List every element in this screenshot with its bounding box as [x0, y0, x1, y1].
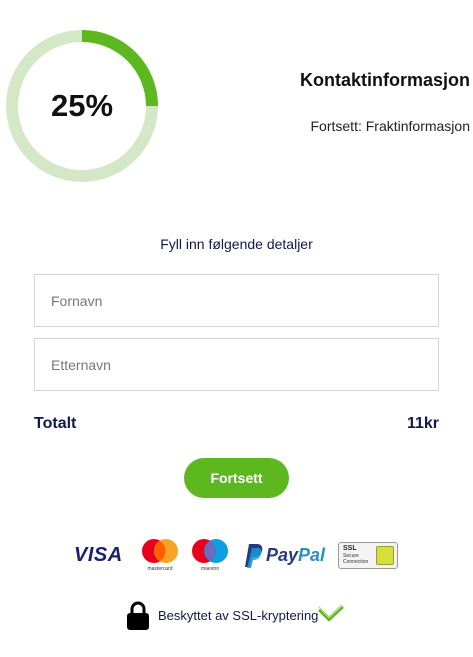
- ssl-secure-badge: SSL Secure Connection: [338, 538, 398, 574]
- padlock-icon: [127, 601, 149, 630]
- progress-percent: 25%: [50, 88, 114, 123]
- total-label: Totalt: [34, 415, 77, 432]
- last-name-input[interactable]: [34, 338, 439, 391]
- payment-methods: VISA mastercard maestro PayPal SSL Secur…: [74, 538, 399, 574]
- form-instruction: Fyll inn følgende detaljer: [160, 236, 313, 252]
- maestro-icon: [192, 539, 228, 563]
- checkout-page: 25% Kontaktinformasjon Fortsett: Fraktin…: [0, 0, 473, 657]
- current-step-title: Kontaktinformasjon: [299, 70, 470, 90]
- next-step-label: Fortsett: Fraktinformasjon: [310, 118, 471, 134]
- progress-ring: 25%: [3, 27, 161, 185]
- visa-logo: VISA: [74, 544, 123, 566]
- mastercard-icon: [142, 539, 178, 563]
- ssl-badge-frame: SSL Secure Connection: [338, 542, 398, 569]
- paypal-logo: PayPal: [244, 538, 326, 574]
- maestro-caption: maestro: [200, 566, 220, 572]
- paypal-icon: [245, 544, 263, 568]
- paypal-wordmark: PayPal: [266, 545, 325, 566]
- total-value: 11kr: [406, 415, 439, 432]
- ssl-lock-icon: [376, 546, 394, 565]
- maestro-logo: maestro: [190, 538, 230, 574]
- checkmark-icon: [318, 605, 344, 622]
- mastercard-logo: mastercard: [140, 538, 180, 574]
- first-name-input[interactable]: [34, 274, 439, 327]
- mastercard-caption: mastercard: [147, 566, 173, 572]
- paypal-wordmark-pal: Pal: [298, 545, 326, 565]
- ssl-badge-subtitle: Secure Connection: [343, 553, 369, 565]
- continue-button[interactable]: Fortsett: [184, 458, 289, 498]
- security-text: Beskyttet av SSL-kryptering: [158, 608, 319, 623]
- paypal-wordmark-pay: Pay: [266, 545, 299, 565]
- ssl-badge-title: SSL: [343, 545, 357, 552]
